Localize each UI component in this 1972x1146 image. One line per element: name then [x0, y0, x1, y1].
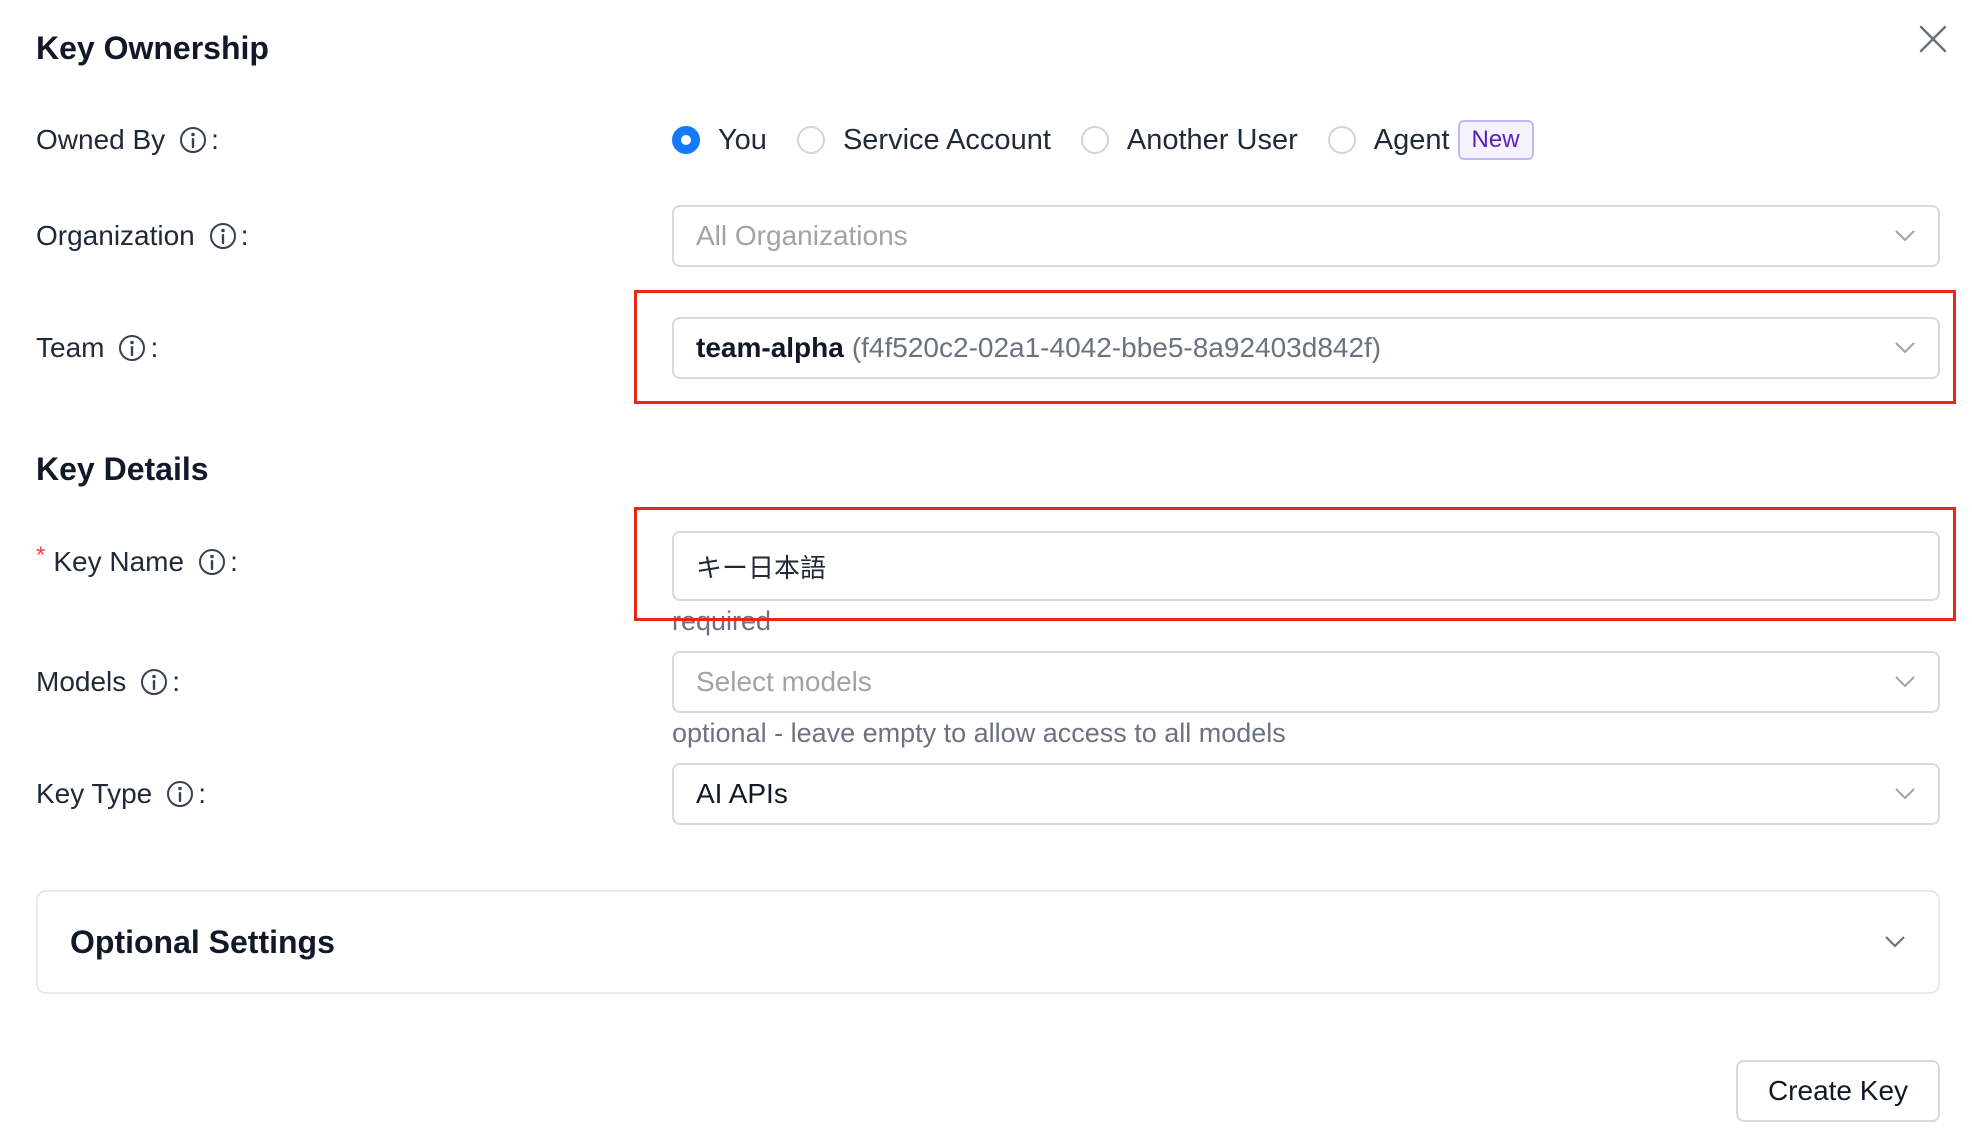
radio-agent[interactable]: Agent New — [1327, 120, 1534, 160]
info-icon[interactable] — [140, 668, 168, 696]
organization-label-row: Organization : — [36, 216, 249, 256]
required-asterisk: * — [36, 542, 46, 569]
chevron-down-icon — [1895, 788, 1915, 800]
radio-label-agent: Agent — [1373, 123, 1450, 156]
owned-by-label: Owned By — [36, 124, 166, 155]
radio-unchecked-icon[interactable] — [796, 126, 825, 154]
chevron-down-icon — [1895, 676, 1915, 688]
team-select[interactable]: team-alpha (f4f520c2-02a1-4042-bbe5-8a924… — [672, 317, 1940, 379]
radio-label-you: You — [718, 123, 767, 156]
radio-another-user[interactable]: Another User — [1080, 123, 1298, 157]
radio-you[interactable]: You — [672, 124, 767, 157]
key-ownership-title: Key Ownership — [36, 30, 269, 66]
key-name-label-row: * Key Name : — [36, 542, 238, 582]
models-hint: optional - leave empty to allow access t… — [672, 718, 1286, 748]
organization-placeholder: All Organizations — [696, 220, 908, 251]
colon: : — [172, 666, 181, 697]
radio-label-another-user: Another User — [1126, 123, 1298, 156]
radio-label-service-account: Service Account — [842, 123, 1051, 156]
close-icon[interactable] — [1918, 24, 1948, 54]
chevron-down-icon — [1895, 342, 1915, 354]
info-icon[interactable] — [179, 126, 207, 154]
chevron-down-icon — [1885, 936, 1905, 948]
key-name-label: Key Name — [53, 546, 185, 577]
info-icon[interactable] — [166, 780, 194, 808]
team-label-row: Team : — [36, 328, 158, 368]
owned-by-label-row: Owned By : — [36, 120, 219, 160]
info-icon[interactable] — [209, 222, 237, 250]
models-select[interactable]: Select models — [672, 651, 1940, 713]
models-placeholder: Select models — [696, 666, 872, 697]
radio-unchecked-icon[interactable] — [1080, 126, 1109, 154]
models-label: Models — [36, 666, 127, 697]
team-id: (f4f520c2-02a1-4042-bbe5-8a92403d842f) — [851, 332, 1382, 363]
team-name: team-alpha — [696, 332, 844, 363]
key-details-title: Key Details — [36, 451, 209, 487]
optional-settings-panel[interactable]: Optional Settings — [36, 890, 1940, 994]
key-type-label-row: Key Type : — [36, 774, 206, 814]
organization-label: Organization — [36, 220, 195, 251]
colon: : — [150, 332, 159, 363]
radio-unchecked-icon[interactable] — [1327, 126, 1356, 154]
create-key-button[interactable]: Create Key — [1736, 1060, 1940, 1122]
models-label-row: Models : — [36, 662, 180, 702]
chevron-down-icon — [1895, 230, 1915, 242]
organization-select[interactable]: All Organizations — [672, 205, 1940, 267]
owned-by-radio-group: You Service Account Another User Agent N… — [672, 120, 1534, 160]
info-icon[interactable] — [118, 334, 146, 362]
radio-service-account[interactable]: Service Account — [796, 123, 1051, 157]
colon: : — [198, 778, 207, 809]
key-type-label: Key Type — [36, 778, 153, 809]
key-type-select[interactable]: AI APIs — [672, 763, 1940, 825]
team-label: Team — [36, 332, 105, 363]
key-type-value: AI APIs — [696, 778, 788, 809]
optional-settings-title: Optional Settings — [70, 923, 335, 960]
radio-checked-icon[interactable] — [672, 126, 700, 154]
colon: : — [240, 220, 249, 251]
info-icon[interactable] — [198, 548, 226, 576]
new-badge: New — [1457, 120, 1534, 160]
colon: : — [230, 546, 238, 577]
colon: : — [211, 124, 219, 155]
key-name-highlight-box — [634, 507, 1956, 621]
